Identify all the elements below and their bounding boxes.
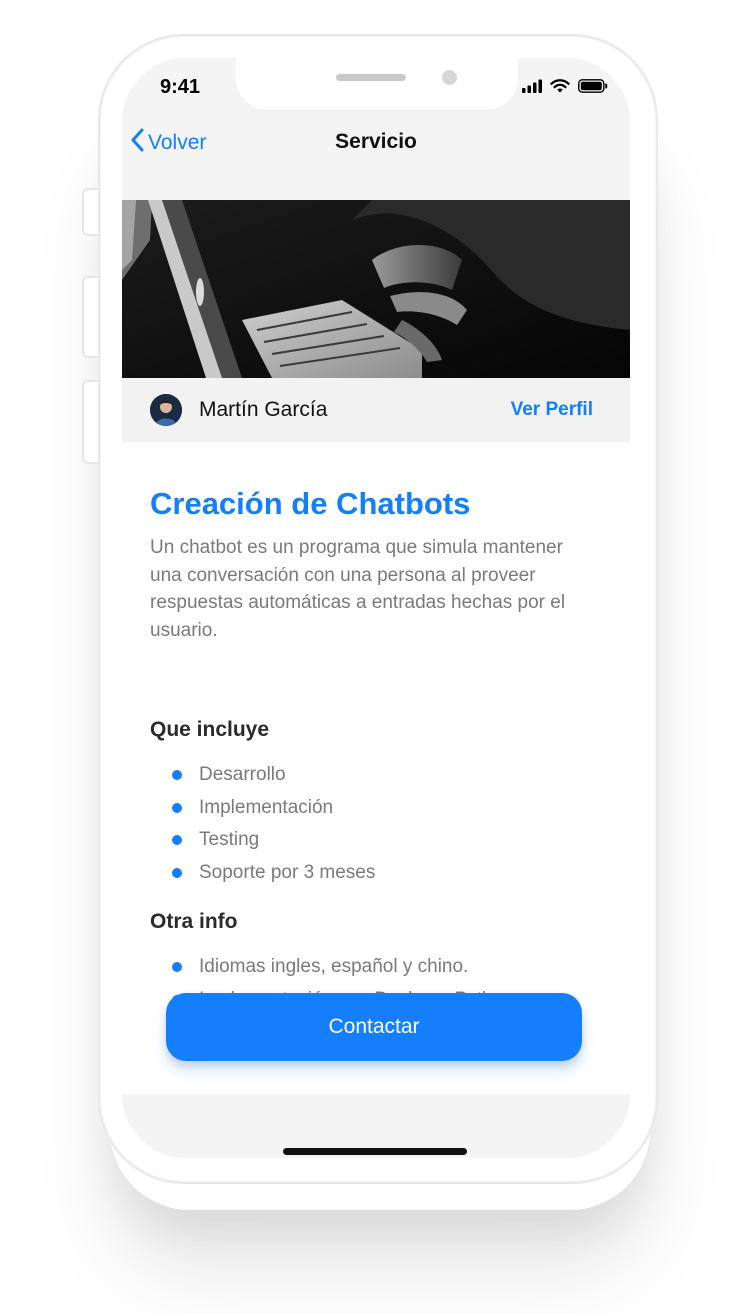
page-title: Servicio [335, 130, 417, 153]
author-name: Martín García [199, 398, 328, 421]
phone-screen: 9:41 Volver Servicio Martín García Ver P… [122, 58, 630, 1158]
status-icons [522, 78, 608, 98]
hero-image [122, 200, 630, 378]
list-item: Idiomas ingles, español y chino. [172, 951, 519, 984]
list-item: Desarrollo [172, 759, 375, 792]
list-item-text: Idiomas ingles, español y chino. [199, 956, 469, 977]
bullet-icon [172, 962, 182, 972]
author-bar: Martín García Ver Perfil [122, 378, 630, 442]
battery-icon [578, 78, 608, 98]
includes-list: Desarrollo Implementación Testing Soport… [172, 759, 375, 890]
service-title: Creación de Chatbots [150, 486, 471, 521]
list-item-text: Implementación [199, 796, 334, 818]
front-camera [442, 70, 457, 85]
service-content: Creación de Chatbots Un chatbot es un pr… [122, 442, 630, 1094]
list-item: Testing [172, 824, 375, 857]
list-item: Soporte por 3 meses [172, 857, 375, 890]
home-indicator[interactable] [283, 1148, 467, 1155]
status-time: 9:41 [160, 76, 201, 98]
speaker [336, 74, 406, 81]
contact-button[interactable]: Contactar [166, 993, 582, 1061]
bullet-icon [172, 802, 182, 813]
bullet-icon [172, 835, 182, 846]
view-profile-link[interactable]: Ver Perfil [511, 399, 593, 421]
wifi-icon [550, 78, 570, 98]
bullet-icon [172, 868, 182, 879]
list-item-text: Testing [199, 829, 260, 851]
list-item: Implementación [172, 792, 375, 825]
notch [236, 58, 518, 110]
service-description: Un chatbot es un programa que simula man… [150, 537, 566, 641]
other-info-heading: Otra info [150, 910, 238, 933]
list-item-text: Desarrollo [199, 764, 286, 785]
signal-icon [522, 79, 542, 98]
includes-heading: Que incluye [150, 718, 270, 741]
avatar[interactable] [150, 394, 182, 426]
list-item-text: Soporte por 3 meses [199, 862, 376, 884]
bullet-icon [172, 770, 182, 780]
